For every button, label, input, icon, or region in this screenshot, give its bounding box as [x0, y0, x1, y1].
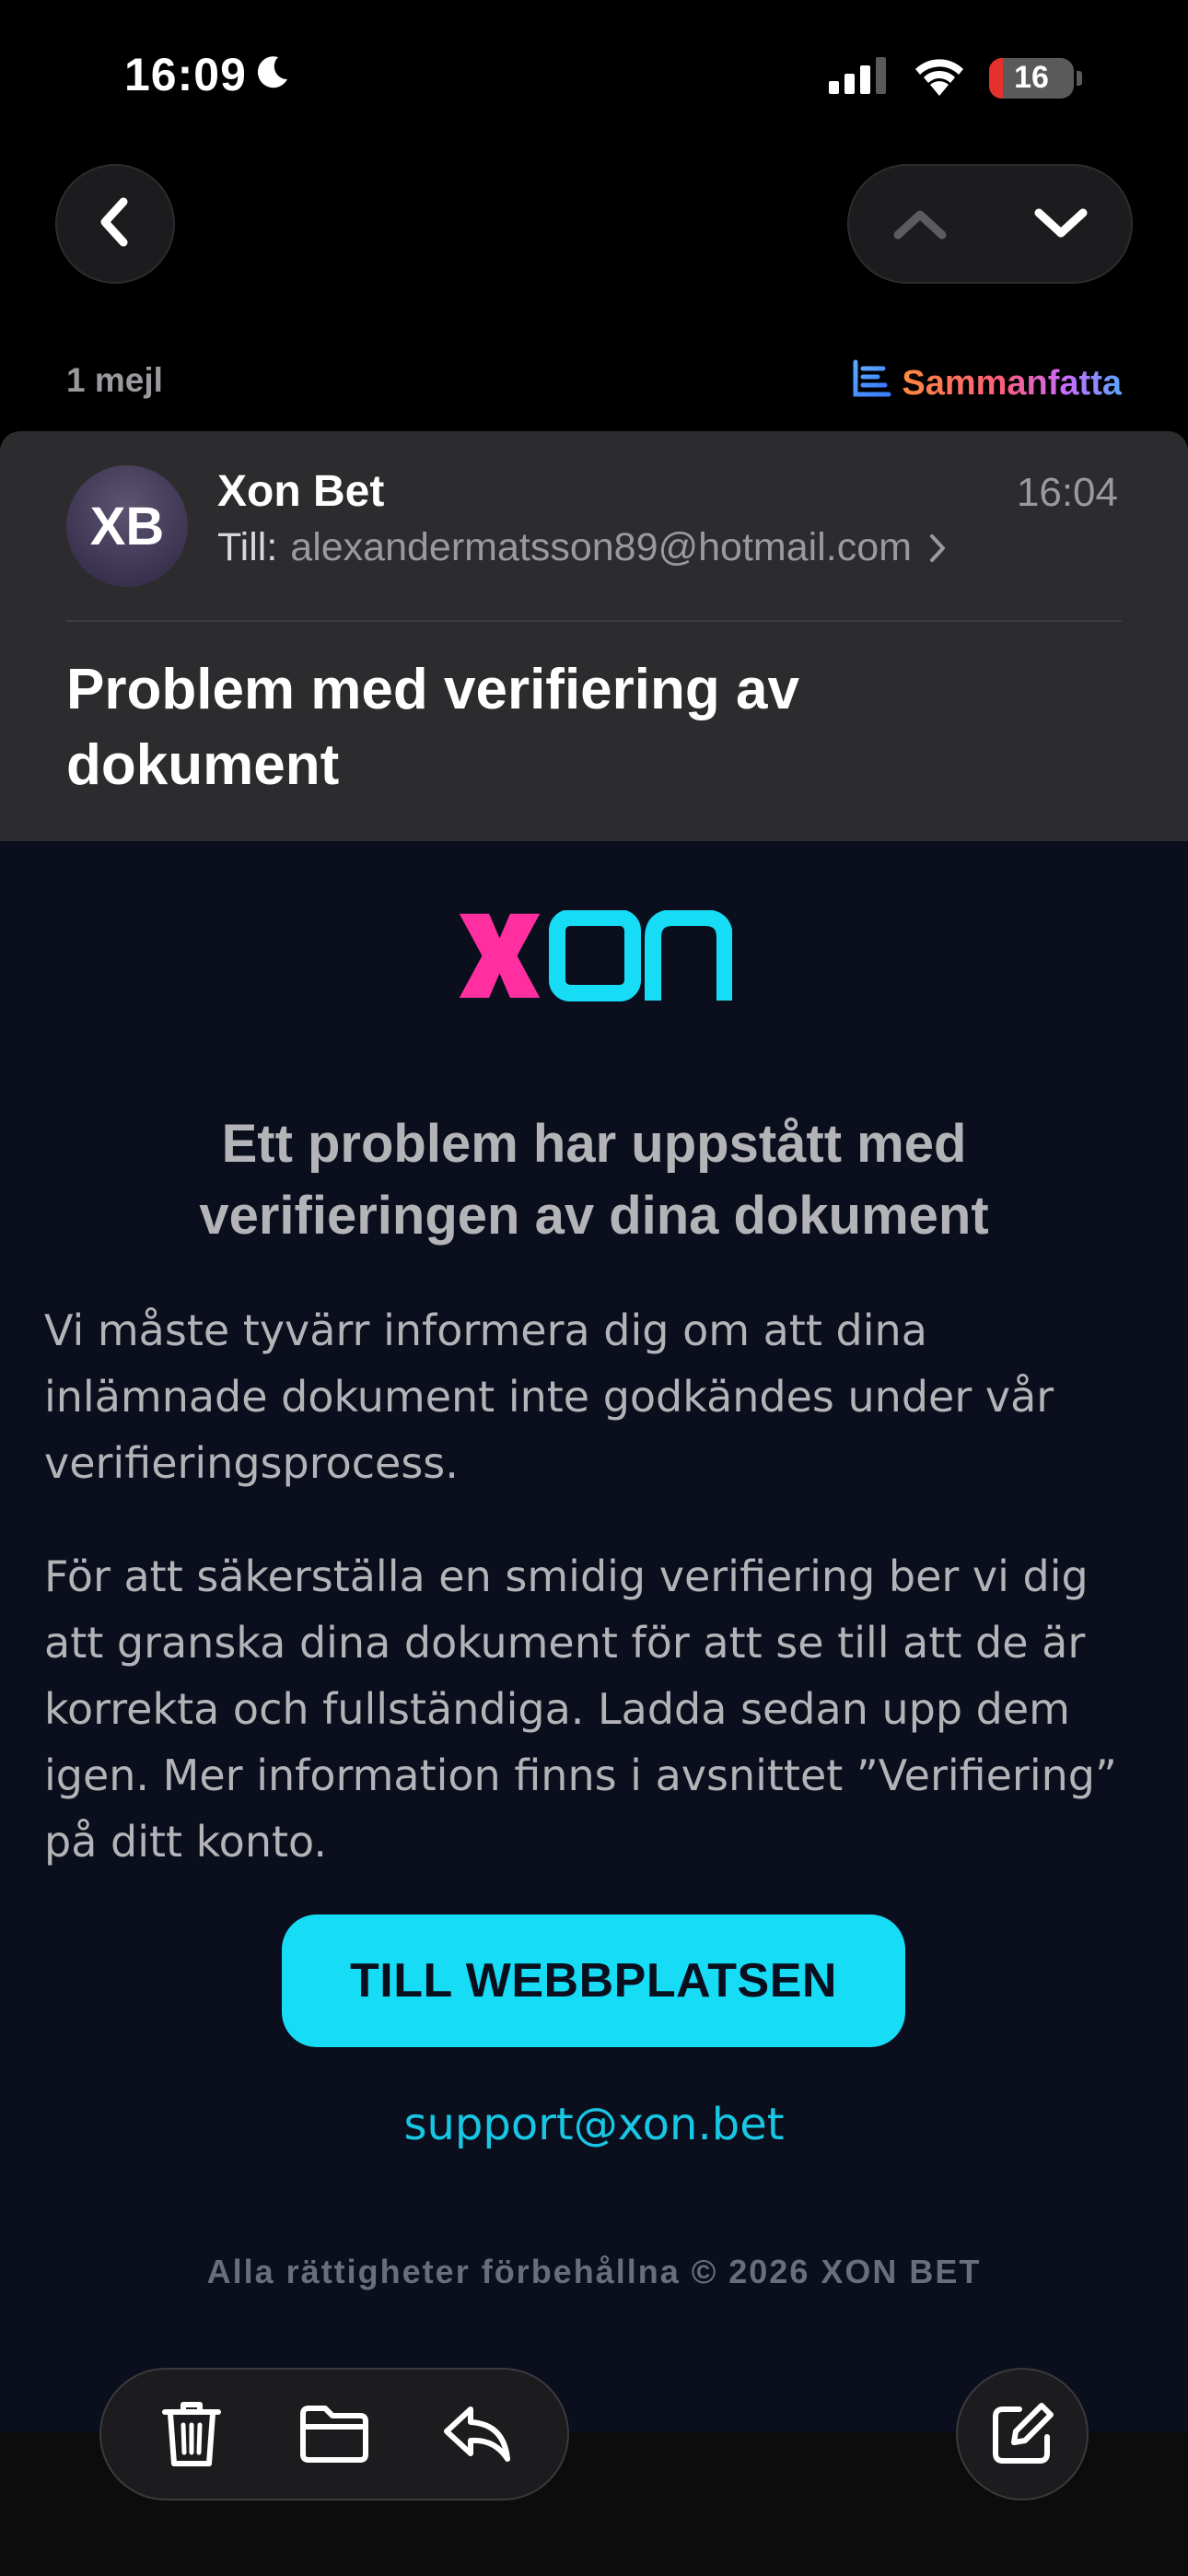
support-email-link[interactable]: support@xon.bet: [0, 2099, 1188, 2150]
email-paragraph-1: Vi måste tyvärr informera dig om att din…: [44, 1306, 1054, 1488]
move-to-folder-button[interactable]: [284, 2383, 385, 2485]
summarize-icon: [852, 359, 892, 407]
compose-button[interactable]: [956, 2368, 1089, 2500]
folder-icon: [299, 2406, 368, 2463]
mail-toolbar: [99, 2368, 569, 2500]
xon-logo: [456, 909, 733, 1002]
email-body: Ett problem har uppstått med verifiering…: [0, 841, 1188, 2432]
sender-name[interactable]: Xon Bet: [217, 466, 384, 517]
mail-header: XB Xon Bet 16:04 Till: alexandermatsson8…: [0, 431, 1188, 841]
chevron-left-icon: [92, 194, 138, 254]
reply-button[interactable]: [426, 2383, 528, 2485]
wifi-icon: [912, 55, 967, 100]
mail-time: 16:04: [1016, 470, 1118, 515]
battery-cap: [1077, 70, 1082, 86]
next-message-button[interactable]: [1006, 173, 1116, 275]
trash-icon: [161, 2402, 221, 2466]
battery-indicator: 16: [989, 57, 1074, 99]
reply-icon: [444, 2406, 511, 2462]
status-bar: 16:09 16: [0, 0, 1188, 157]
recipient-row[interactable]: Till: alexandermatsson89@hotmail.com: [217, 525, 947, 570]
recipient-prefix: Till:: [217, 525, 278, 569]
status-indicators: 16: [829, 55, 1082, 100]
summarize-button[interactable]: Sammanfatta: [852, 359, 1122, 407]
chevron-down-icon: [1034, 208, 1087, 238]
summarize-label: Sammanfatta: [902, 363, 1122, 403]
battery-level: 16: [1014, 60, 1049, 95]
delete-button[interactable]: [141, 2383, 242, 2485]
visit-website-button[interactable]: TILL WEBBPLATSEN: [282, 1914, 905, 2047]
chevron-right-icon: [928, 533, 947, 564]
mail-subject: Problem med verifiering av dokument: [66, 658, 799, 797]
message-navigation: [847, 164, 1133, 284]
email-paragraph-2: För att säkerställa en smidig verifierin…: [44, 1551, 1117, 1867]
thread-message-count: 1 mejl: [66, 361, 163, 399]
avatar[interactable]: XB: [66, 465, 188, 587]
copyright-text: Alla rättigheter förbehållna © 2026 XON …: [206, 2253, 982, 2290]
email-heading: Ett problem har uppstått med verifiering…: [199, 1114, 989, 1246]
header-divider: [66, 620, 1122, 622]
cellular-signal-icon: [829, 57, 890, 99]
status-time-text: 16:09: [124, 49, 247, 100]
status-time: 16:09: [124, 48, 291, 101]
battery-icon: 16: [989, 57, 1082, 99]
chevron-up-icon: [893, 210, 946, 240]
back-button[interactable]: [55, 164, 175, 284]
previous-message-button[interactable]: [865, 173, 975, 275]
compose-icon: [993, 2403, 1054, 2464]
recipient-address: alexandermatsson89@hotmail.com: [290, 525, 912, 569]
moon-icon: [254, 48, 291, 101]
